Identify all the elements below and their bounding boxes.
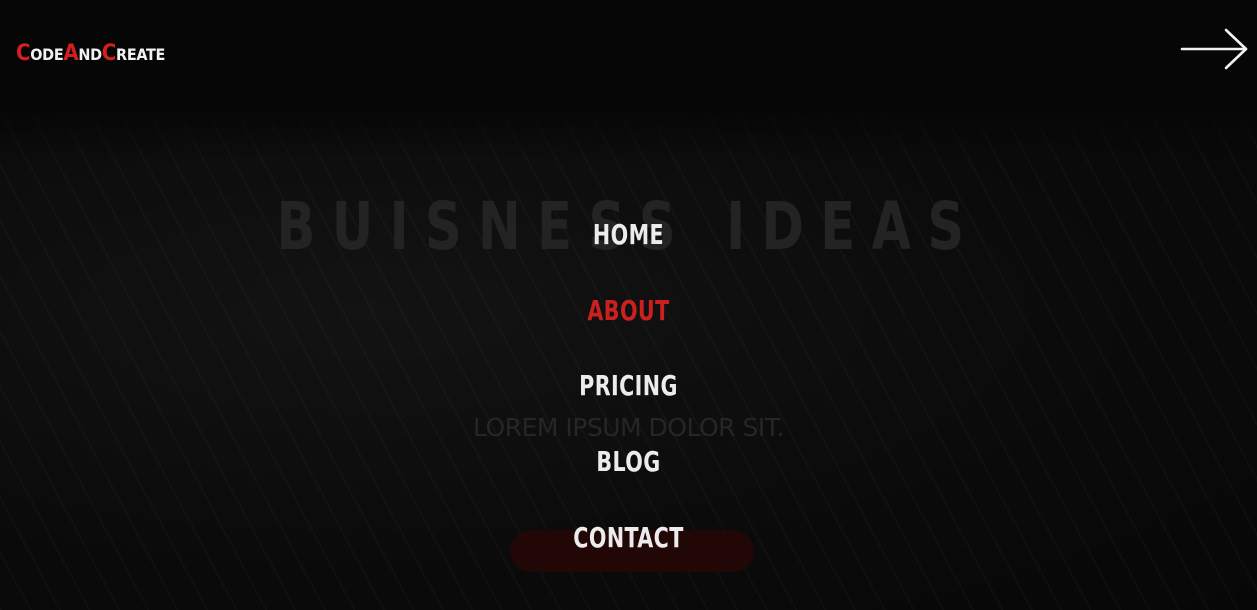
nav-item-home[interactable]: HOME — [113, 219, 1144, 251]
nav-item-contact[interactable]: CONTACT — [113, 522, 1144, 554]
nav-menu: HOME ABOUT PRICING BLOG CONTACT — [0, 0, 1257, 610]
nav-item-pricing[interactable]: PRICING — [113, 370, 1144, 402]
nav-item-blog[interactable]: BLOG — [113, 446, 1144, 478]
page: CodeAndCreate BUISNESS IDEAS LOREM IPSUM… — [0, 0, 1257, 610]
nav-item-about[interactable]: ABOUT — [113, 295, 1144, 327]
